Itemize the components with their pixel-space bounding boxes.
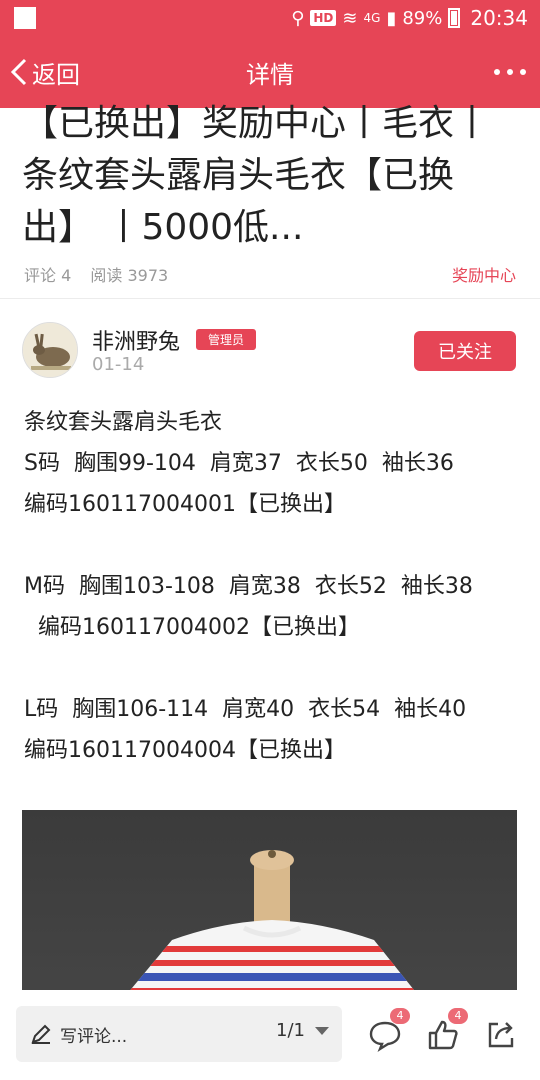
share-icon <box>488 1022 514 1048</box>
divider <box>0 298 540 299</box>
comment-count-badge: 4 <box>390 1008 410 1024</box>
comments-button[interactable]: 4 <box>368 1008 410 1052</box>
comment-placeholder: 写评论... <box>60 1026 128 1047</box>
content-line: L码 胸围106-114 肩宽40 衣长54 袖长40 <box>24 697 467 722</box>
status-icons: ⚲ HD ≋ 4G ▮ 89% 20:34 <box>291 6 528 30</box>
post-meta: 评论 4 阅读 3973 <box>24 262 168 286</box>
more-dot-icon <box>494 69 500 75</box>
category-link[interactable]: 奖励中心 <box>452 262 516 286</box>
network-label: 4G <box>363 11 381 25</box>
page-selector[interactable]: 1/1 <box>276 1020 329 1041</box>
status-bar: ⚲ HD ≋ 4G ▮ 89% 20:34 <box>0 0 540 36</box>
post-title-line: 【已换出】奖励中心丨毛衣丨 <box>22 103 491 144</box>
content-line: 条纹套头露肩头毛衣 <box>24 410 223 435</box>
comment-count-label: 评论 4 <box>24 266 72 285</box>
location-icon: ⚲ <box>291 7 305 29</box>
content-line: S码 胸围99-104 肩宽37 衣长50 袖长36 <box>24 451 454 476</box>
content-line: 编码160117004004【已换出】 <box>24 738 346 763</box>
clock: 20:34 <box>470 6 528 30</box>
striped-sweater-image <box>122 850 422 1000</box>
battery-percent: 89% <box>402 7 443 29</box>
page-indicator: 1/1 <box>276 1020 305 1041</box>
content-line <box>24 525 524 566</box>
more-dot-icon <box>507 69 513 75</box>
bottom-action-bar: 写评论... 1/1 4 4 <box>0 990 540 1080</box>
content-line <box>24 648 524 689</box>
post-title-line: 条纹套头露肩头毛衣【已换 <box>22 155 455 196</box>
avatar[interactable] <box>22 322 78 378</box>
hare-avatar-image <box>23 323 77 377</box>
more-dot-icon <box>520 69 526 75</box>
battery-icon <box>448 8 461 28</box>
signal-icon: ▮ <box>386 7 397 29</box>
content-line: 编码160117004001【已换出】 <box>24 492 346 517</box>
read-count-label: 阅读 3973 <box>90 266 169 285</box>
pencil-icon <box>31 1024 51 1044</box>
notification-icon <box>14 7 36 29</box>
post-title: 【已换出】奖励中心丨毛衣丨 条纹套头露肩头毛衣【已换 出】 丨5000低... <box>22 98 522 254</box>
share-button[interactable] <box>484 1018 518 1052</box>
like-button[interactable]: 4 <box>426 1008 468 1052</box>
wifi-icon: ≋ <box>342 7 358 29</box>
like-count-badge: 4 <box>448 1008 468 1024</box>
role-badge: 管理员 <box>196 329 257 350</box>
page-title: 详情 <box>246 60 294 89</box>
post-title-line: 出】 丨5000低... <box>22 207 304 248</box>
back-button[interactable]: 返回 <box>0 55 80 90</box>
content-line: 编码160117004002【已换出】 <box>24 615 360 640</box>
hd-badge: HD <box>310 10 337 26</box>
post-image[interactable] <box>22 810 517 1000</box>
follow-button[interactable]: 已关注 <box>414 331 516 371</box>
back-label: 返回 <box>32 60 80 89</box>
more-options-button[interactable] <box>494 60 526 84</box>
chevron-left-icon <box>10 58 27 86</box>
author-name[interactable]: 非洲野兔 <box>92 324 180 356</box>
post-date: 01-14 <box>92 354 145 375</box>
post-content: 条纹套头露肩头毛衣 S码 胸围99-104 肩宽37 衣长50 袖长36 编码1… <box>24 402 524 771</box>
content-line: M码 胸围103-108 肩宽38 衣长52 袖长38 <box>24 574 473 599</box>
caret-down-icon <box>314 1026 329 1035</box>
